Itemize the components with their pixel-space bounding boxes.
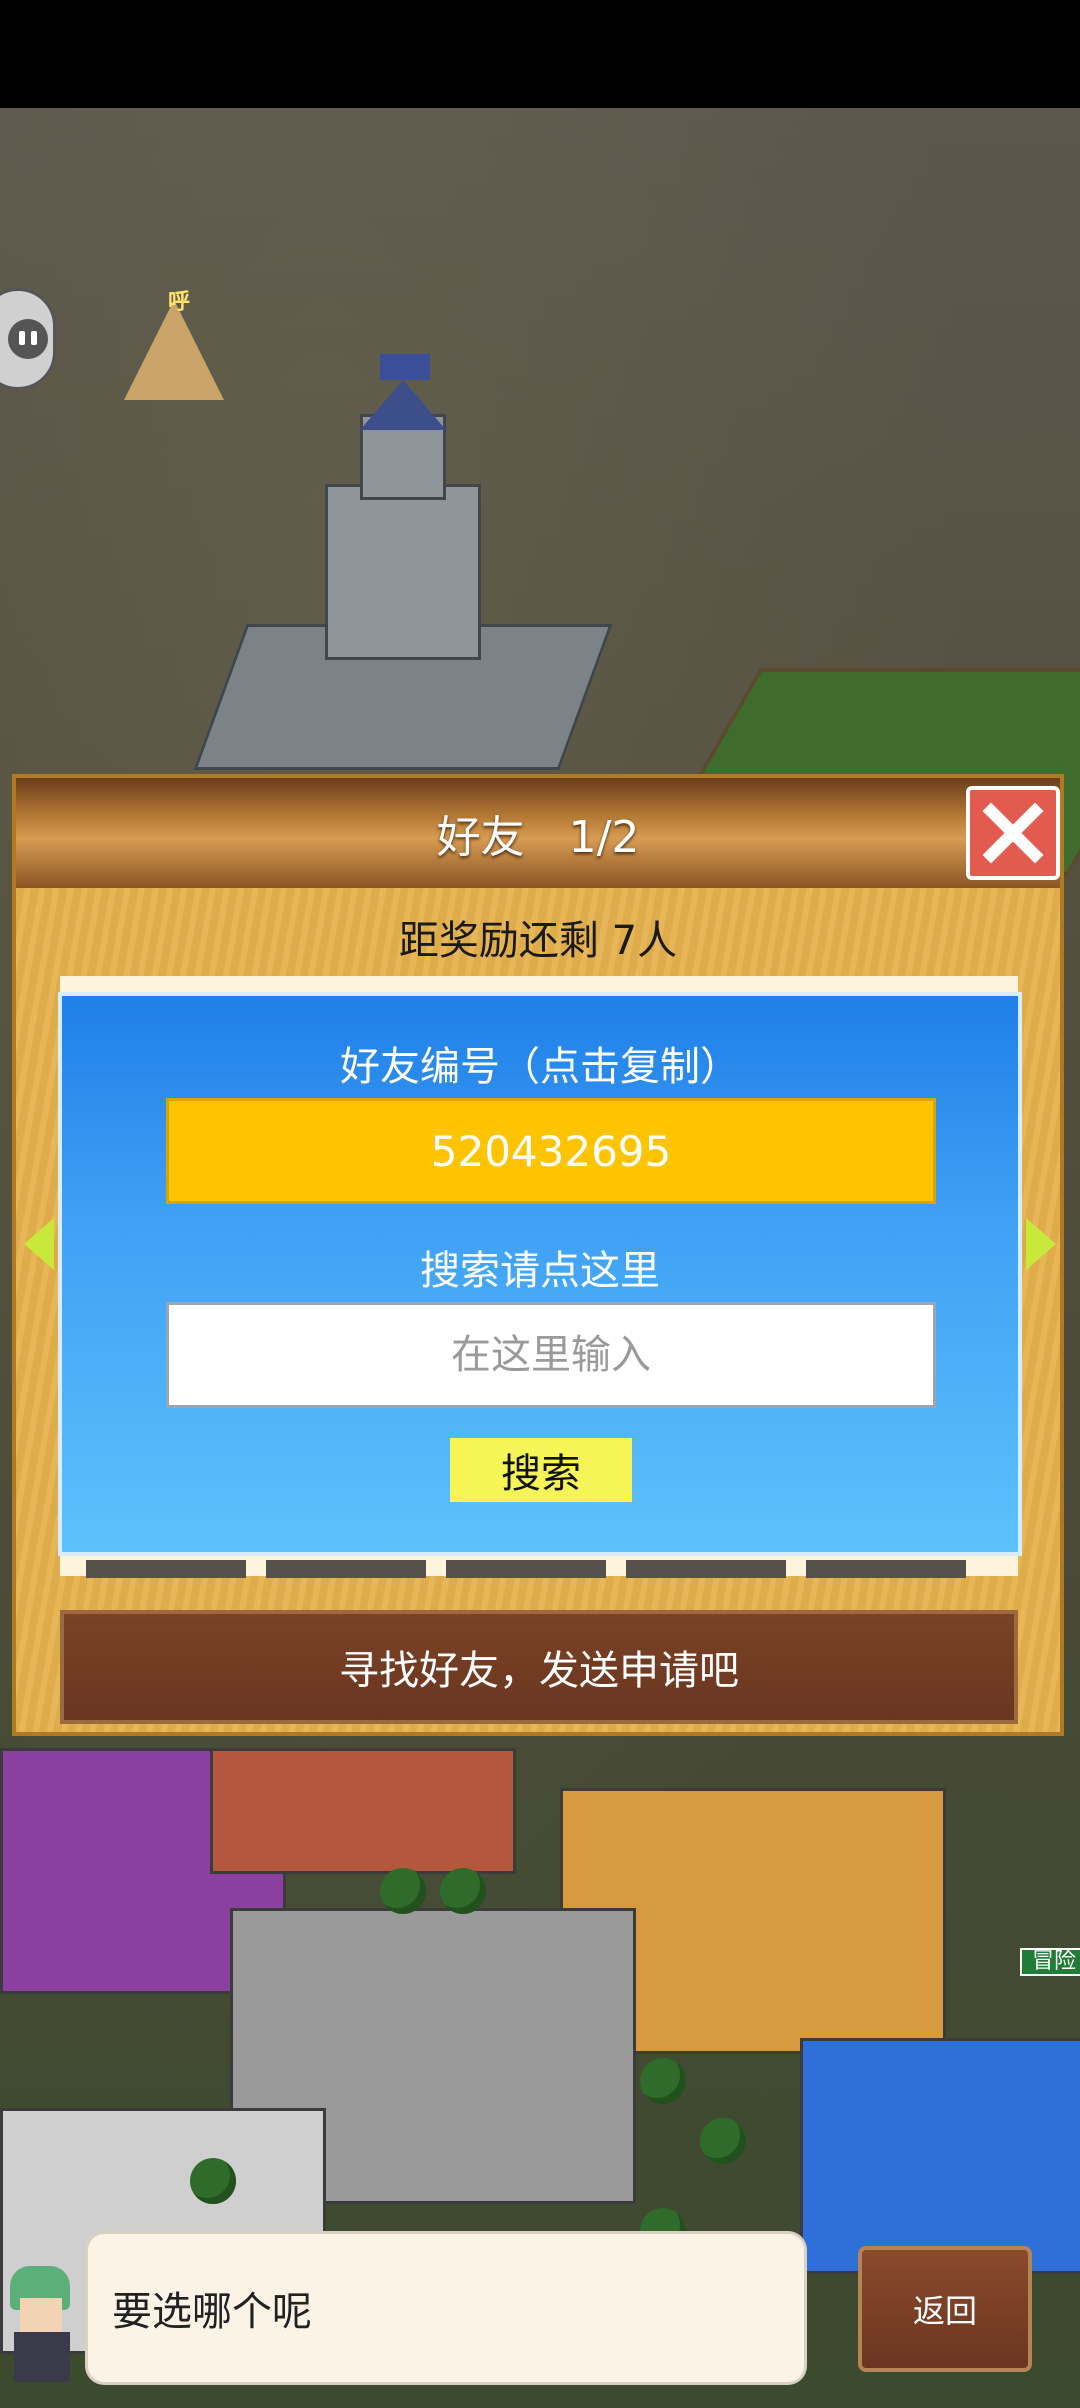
dialog-header: 好友 1/2 bbox=[16, 778, 1060, 888]
friend-slot[interactable] bbox=[446, 1560, 606, 1578]
chat-face-icon bbox=[8, 319, 48, 359]
friend-slot[interactable] bbox=[266, 1560, 426, 1578]
back-button[interactable]: 返回 bbox=[858, 2246, 1032, 2372]
search-input[interactable] bbox=[166, 1302, 936, 1408]
tower-mid bbox=[325, 484, 481, 660]
close-icon bbox=[982, 802, 1044, 864]
tree bbox=[700, 2118, 746, 2164]
speech-text: 要选哪个呢 bbox=[112, 2289, 312, 2335]
friend-slot[interactable] bbox=[806, 1560, 966, 1578]
friend-slot[interactable] bbox=[86, 1560, 246, 1578]
tent-label: 呼 bbox=[168, 290, 191, 315]
find-friends-button[interactable]: 寻找好友，发送申请吧 bbox=[60, 1610, 1018, 1724]
flag-icon bbox=[380, 354, 430, 380]
avatar-body bbox=[14, 2332, 70, 2382]
reward-remaining-text: 距奖励还剩 7人 bbox=[398, 918, 678, 964]
search-panel: 好友编号（点击复制） 520432695 搜索请点这里 搜索 bbox=[58, 992, 1022, 1556]
tree bbox=[640, 2058, 686, 2104]
close-button[interactable] bbox=[966, 786, 1060, 880]
friend-id-value[interactable]: 520432695 bbox=[166, 1098, 936, 1204]
chat-button[interactable] bbox=[0, 288, 56, 390]
arrow-right-icon[interactable] bbox=[1026, 1218, 1056, 1270]
tree bbox=[380, 1868, 426, 1914]
friend-slot[interactable] bbox=[626, 1560, 786, 1578]
speech-bubble: 要选哪个呢 bbox=[88, 2234, 804, 2382]
adventure-tag[interactable]: 冒险 bbox=[1020, 1948, 1080, 1976]
tower-roof bbox=[360, 380, 446, 430]
friend-id-label[interactable]: 好友编号（点击复制） bbox=[62, 1034, 1018, 1092]
tree bbox=[440, 1868, 486, 1914]
status-bar bbox=[0, 0, 1080, 108]
building-brick[interactable] bbox=[210, 1748, 516, 1874]
dialog-title: 好友 1/2 bbox=[436, 812, 640, 863]
avatar-face bbox=[20, 2298, 62, 2332]
search-label: 搜索请点这里 bbox=[420, 1248, 660, 1294]
search-button[interactable]: 搜索 bbox=[450, 1438, 632, 1502]
building-blue-floor[interactable] bbox=[800, 2038, 1080, 2274]
tower[interactable] bbox=[193, 354, 613, 770]
arrow-left-icon[interactable] bbox=[24, 1218, 54, 1270]
tree bbox=[190, 2158, 236, 2204]
avatar bbox=[0, 2262, 86, 2382]
